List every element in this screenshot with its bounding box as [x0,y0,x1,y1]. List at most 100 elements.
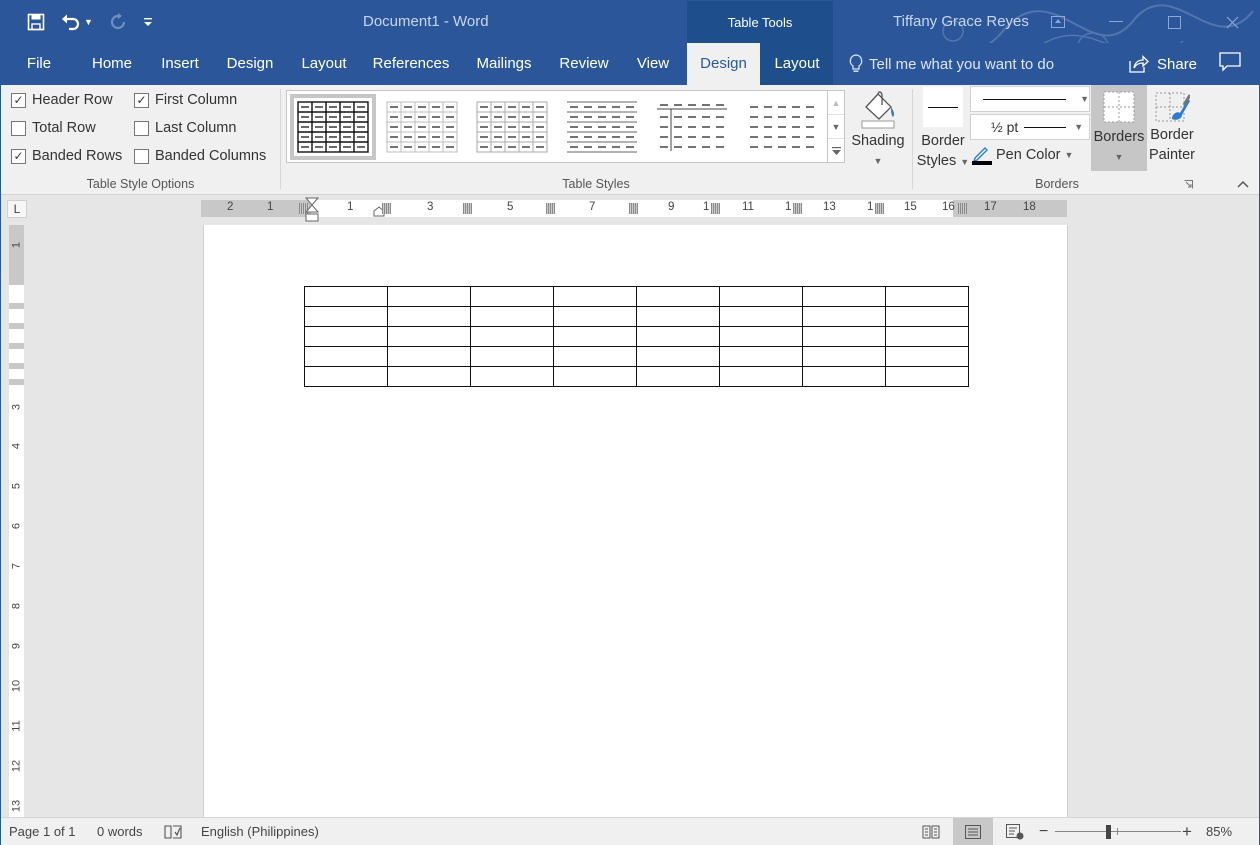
column-marker[interactable] [546,203,555,214]
banded-rows-checkbox[interactable]: ✓ Banded Rows [11,148,122,164]
column-marker[interactable] [382,203,391,214]
table-cell[interactable] [387,326,471,347]
indent-markers-icon[interactable] [305,197,319,225]
save-icon[interactable] [27,13,45,31]
border-painter-button[interactable]: Border Painter [1147,91,1197,165]
table-style-grid-2[interactable] [469,94,555,160]
row-marker[interactable] [9,323,24,329]
redo-icon[interactable] [109,13,127,31]
table-style-plain-dashes[interactable] [739,94,825,160]
table-cell[interactable] [885,306,969,327]
table-cell[interactable] [719,326,803,347]
pen-color-dropdown-icon[interactable]: ▼ [1064,150,1073,160]
table-cell[interactable] [304,326,388,347]
zoom-out-icon[interactable]: − [1039,818,1048,845]
column-marker[interactable] [793,203,802,214]
ribbon-display-options-icon[interactable] [1029,1,1087,43]
total-row-checkbox[interactable]: Total Row [11,120,96,136]
table-cell[interactable] [885,366,969,387]
table-cell[interactable] [387,366,471,387]
table-cell[interactable] [553,366,637,387]
table-cell[interactable] [553,326,637,347]
close-icon[interactable] [1203,1,1260,43]
table-cell[interactable] [885,346,969,367]
tab-review[interactable]: Review [553,43,615,85]
tab-home[interactable]: Home [83,43,141,85]
table-cell[interactable] [387,306,471,327]
tab-selector[interactable]: L [7,200,27,218]
tab-file[interactable]: File [15,43,63,85]
table-cell[interactable] [636,306,720,327]
minimize-icon[interactable] [1087,1,1145,43]
table-cell[interactable] [802,346,886,367]
table-cell[interactable] [802,286,886,307]
undo-dropdown-icon[interactable]: ▼ [84,17,93,27]
vertical-ruler[interactable]: 1 3 4 5 6 7 8 9 10 11 12 13 [9,225,24,817]
border-styles-button[interactable]: Border Styles ▼ [915,87,971,172]
table-style-first-column-line[interactable] [649,94,735,160]
tab-view[interactable]: View [627,43,679,85]
undo-icon[interactable]: ▼ [61,13,93,31]
tab-design[interactable]: Design [219,43,281,85]
tab-layout[interactable]: Layout [293,43,355,85]
tell-me-placeholder[interactable]: Tell me what you want to do [869,56,1054,73]
table-cell[interactable] [802,366,886,387]
gallery-more-icon[interactable] [828,139,844,163]
table-style-horizontal-lines[interactable] [559,94,645,160]
line-style-dropdown[interactable]: ▼ [970,86,1090,112]
table-style-plain-grid[interactable] [290,94,376,160]
print-layout-icon[interactable] [953,818,993,845]
column-marker[interactable] [463,203,472,214]
page-count[interactable]: Page 1 of 1 [9,818,76,845]
document-page[interactable] [203,225,1068,817]
table-cell[interactable] [553,306,637,327]
tab-insert[interactable]: Insert [153,43,207,85]
tell-me-search[interactable]: Tell me what you want to do [849,43,1054,85]
document-table[interactable] [304,286,969,387]
banded-rows-check[interactable]: ✓ [11,148,26,164]
table-cell[interactable] [719,286,803,307]
table-cell[interactable] [304,286,388,307]
borders-button[interactable]: Borders ▼ [1091,85,1147,171]
borders-dialog-launcher-icon[interactable] [1184,180,1193,189]
table-cell[interactable] [304,346,388,367]
table-cell[interactable] [802,326,886,347]
row-marker[interactable] [9,379,24,385]
collapse-ribbon-icon[interactable] [1237,177,1249,191]
comments-icon[interactable] [1219,52,1243,76]
table-cell[interactable] [636,326,720,347]
share-button[interactable]: Share [1129,43,1197,85]
tab-mailings[interactable]: Mailings [467,43,541,85]
zoom-slider-thumb[interactable] [1105,825,1111,839]
table-cell[interactable] [470,346,554,367]
customize-qat-icon[interactable] [143,16,153,28]
row-marker[interactable] [9,343,24,349]
tab-table-design[interactable]: Design [687,43,760,85]
table-cell[interactable] [387,346,471,367]
language[interactable]: English (Philippines) [201,818,319,845]
column-marker[interactable] [711,203,720,214]
table-cell[interactable] [885,326,969,347]
total-row-check[interactable] [11,120,26,136]
first-column-check[interactable]: ✓ [134,92,149,108]
maximize-icon[interactable] [1145,1,1203,43]
shading-button[interactable]: Shading ▼ [847,91,909,171]
table-cell[interactable] [470,286,554,307]
read-mode-icon[interactable] [911,818,951,845]
border-styles-dropdown-icon[interactable]: ▼ [960,157,969,167]
web-layout-icon[interactable] [995,818,1035,845]
table-cell[interactable] [719,346,803,367]
column-marker[interactable] [629,203,638,214]
table-cell[interactable] [553,346,637,367]
banded-columns-checkbox[interactable]: Banded Columns [134,148,266,164]
horizontal-ruler[interactable]: 2 1 1 3 5 7 9 1 11 1 13 1 15 16 17 18 [201,197,1067,222]
user-name[interactable]: Tiffany Grace Reyes [893,13,1029,30]
first-column-checkbox[interactable]: ✓ First Column [134,92,237,108]
column-marker[interactable] [875,203,884,214]
zoom-level[interactable]: 85% [1206,818,1232,845]
row-marker[interactable] [9,303,24,309]
header-row-checkbox[interactable]: ✓ Header Row [11,92,113,108]
tab-table-layout[interactable]: Layout [761,43,833,85]
column-marker[interactable] [958,203,967,214]
table-cell[interactable] [304,366,388,387]
